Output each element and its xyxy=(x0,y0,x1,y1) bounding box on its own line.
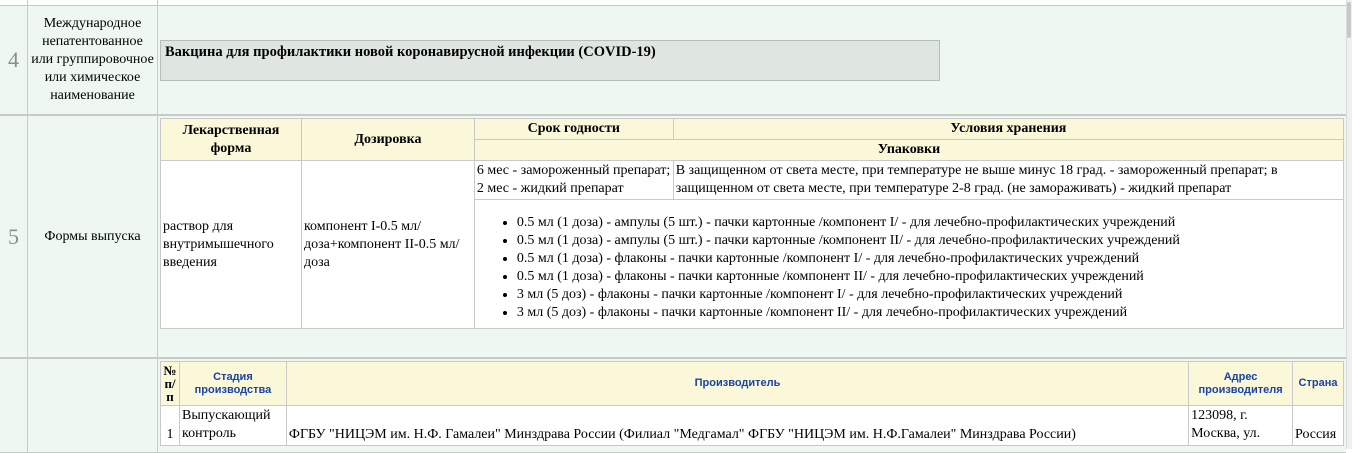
storage-value: В защищенном от света месте, при темпера… xyxy=(672,160,1345,200)
packaging-item: 3 мл (5 доз) - флаконы - пачки картонные… xyxy=(517,286,1341,304)
data-row: раствор для внутримышечного введения ком… xyxy=(160,160,1345,329)
packaging-list: 0.5 мл (1 доза) - ампулы (5 шт.) - пачки… xyxy=(477,214,1341,322)
shelf-life-value: 6 мес - замороженный препарат; 2 мес - ж… xyxy=(473,160,674,200)
header-row: № п/п Стадия производства Производитель … xyxy=(160,361,1344,406)
row-inn-name: 4 Международное непатентованное или груп… xyxy=(0,5,1346,115)
packaging-item: 3 мл (5 доз) - флаконы - пачки картонные… xyxy=(517,304,1341,322)
packaging-item: 0.5 мл (1 доза) - ампулы (5 шт.) - пачки… xyxy=(517,232,1341,250)
header-form: Лекарственная форма xyxy=(160,118,302,161)
header-address[interactable]: Адрес производителя xyxy=(1188,361,1294,406)
header-shelf-life: Срок годности xyxy=(473,118,674,140)
header-dosage: Дозировка xyxy=(300,118,475,161)
header-country[interactable]: Страна xyxy=(1292,361,1344,406)
stage-value: Выпускающий контроль xyxy=(178,405,287,446)
row-number: 5 xyxy=(0,116,28,357)
header-stage[interactable]: Стадия производства xyxy=(178,361,287,406)
row-manufacturers: № п/п Стадия производства Производитель … xyxy=(0,358,1346,453)
row-label: Международное непатентованное или группи… xyxy=(28,6,158,114)
manufacturers-table: № п/п Стадия производства Производитель … xyxy=(160,361,1344,446)
form-value: раствор для внутримышечного введения xyxy=(160,160,302,329)
header-storage: Условия хранения xyxy=(672,118,1345,140)
row-label xyxy=(28,359,158,452)
row-release-forms: 5 Формы выпуска Лекарственная форма Дози… xyxy=(0,115,1346,358)
row-label: Формы выпуска xyxy=(28,116,158,357)
row-num: 1 xyxy=(160,405,180,446)
address-value: 123098, г. Москва, ул. xyxy=(1188,405,1294,446)
packaging-cell: 0.5 мл (1 доза) - ампулы (5 шт.) - пачки… xyxy=(473,199,1345,329)
header-packaging: Упаковки xyxy=(473,139,1345,161)
header-num: № п/п xyxy=(160,361,180,406)
packaging-item: 0.5 мл (1 доза) - ампулы (5 шт.) - пачки… xyxy=(517,214,1341,232)
manufacturer-value: ФГБУ "НИЦЭМ им. Н.Ф. Гамалеи" Минздрава … xyxy=(285,405,1190,446)
packaging-item: 0.5 мл (1 доза) - флаконы - пачки картон… xyxy=(517,250,1341,268)
inn-name-value: Вакцина для профилактики новой коронавир… xyxy=(160,40,940,81)
row-number xyxy=(0,359,28,452)
table-row: 1 Выпускающий контроль ФГБУ "НИЦЭМ им. Н… xyxy=(160,405,1344,446)
header-row: Лекарственная форма Дозировка Срок годно… xyxy=(160,118,1345,161)
country-value: Россия xyxy=(1292,405,1344,446)
vertical-scrollbar[interactable] xyxy=(1346,0,1352,449)
header-manufacturer[interactable]: Производитель xyxy=(285,361,1190,406)
row-number: 4 xyxy=(0,6,28,114)
packaging-item: 0.5 мл (1 доза) - флаконы - пачки картон… xyxy=(517,268,1341,286)
scrollbar-thumb[interactable] xyxy=(1347,2,1351,38)
release-forms-table: Лекарственная форма Дозировка Срок годно… xyxy=(160,118,1345,329)
dosage-value: компонент I-0.5 мл/доза+компонент II-0.5… xyxy=(300,160,475,329)
